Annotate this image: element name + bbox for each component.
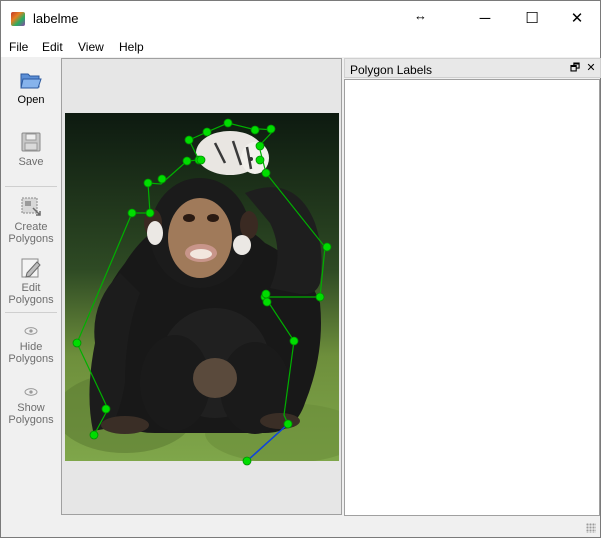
polygon-vertex[interactable] [255, 141, 265, 151]
close-button[interactable]: ✕ [565, 7, 589, 31]
edit-pencil-icon [21, 258, 41, 278]
toolbar-separator [5, 186, 57, 187]
show-polygons-button[interactable]: Show Polygons [1, 384, 61, 426]
eye-icon [24, 388, 38, 396]
floppy-disk-icon [21, 132, 41, 152]
polygon-vertex[interactable] [223, 118, 233, 128]
polygon-vertex[interactable] [261, 289, 271, 299]
polygon-vertex[interactable] [250, 125, 260, 135]
polygon-vertex[interactable] [315, 292, 325, 302]
polygon-vertex[interactable] [182, 156, 192, 166]
hide-polygons-button[interactable]: Hide Polygons [1, 323, 61, 365]
polygon-vertex[interactable] [322, 242, 332, 252]
polygon-labels-dock: Polygon Labels 🗗 ✕ [344, 58, 601, 516]
image-canvas[interactable] [61, 58, 342, 515]
dock-float-icon[interactable]: 🗗 [568, 61, 582, 75]
polygon-vertex[interactable] [184, 135, 194, 145]
polygon-vertex[interactable] [143, 178, 153, 188]
polygon-vertex[interactable] [157, 174, 167, 184]
create-polygons-button[interactable]: Create Polygons [1, 195, 61, 245]
eye-icon [24, 327, 38, 335]
show-polygons-label: Show Polygons [8, 402, 54, 426]
maximize-button[interactable]: ☐ [520, 7, 544, 31]
polygon-vertex[interactable] [261, 168, 271, 178]
labelme-app-icon [11, 12, 25, 26]
create-polygons-label: Create Polygons [8, 221, 54, 245]
minimize-button[interactable]: ─ [473, 7, 497, 31]
menu-help[interactable]: Help [119, 40, 144, 54]
polygon-vertices[interactable] [72, 118, 332, 466]
dock-title: Polygon Labels [350, 63, 433, 77]
folder-open-icon [20, 73, 42, 89]
dock-close-icon[interactable]: ✕ [584, 61, 598, 75]
create-polygon-icon [21, 197, 41, 216]
polygon-outline [76, 122, 326, 462]
resize-cursor-icon: ↔ [414, 8, 427, 23]
dock-title-bar[interactable]: Polygon Labels 🗗 ✕ [344, 58, 601, 78]
tools-toolbar: Open Save Create Polygons Edit Polygons … [1, 58, 61, 515]
polygon-vertex[interactable] [262, 297, 272, 307]
labelme-window: labelme ↔ ─ ☐ ✕ File Edit View Help Open… [0, 0, 601, 538]
edit-polygons-label: Edit Polygons [8, 282, 54, 306]
polygon-vertex[interactable] [196, 155, 206, 165]
menu-edit[interactable]: Edit [42, 40, 63, 54]
active-polygon-edge [246, 423, 289, 462]
menu-view[interactable]: View [78, 40, 104, 54]
title-bar[interactable]: labelme ↔ ─ ☐ ✕ [1, 1, 600, 37]
polygon-vertex[interactable] [283, 419, 293, 429]
polygon-vertex[interactable] [289, 336, 299, 346]
polygon-vertex[interactable] [89, 430, 99, 440]
save-label: Save [18, 156, 44, 168]
hide-polygons-label: Hide Polygons [8, 341, 54, 365]
polygon-vertex[interactable] [242, 456, 252, 466]
polygon-label-list[interactable] [344, 79, 600, 516]
open-label: Open [17, 94, 45, 106]
status-bar [1, 517, 600, 537]
polygon-vertex[interactable] [72, 338, 82, 348]
edit-polygons-button[interactable]: Edit Polygons [1, 256, 61, 306]
open-button[interactable]: Open [1, 68, 61, 106]
polygon-vertex[interactable] [202, 127, 212, 137]
polygon-vertex[interactable] [255, 155, 265, 165]
polygon-vertex[interactable] [127, 208, 137, 218]
menu-bar: File Edit View Help [1, 37, 600, 57]
toolbar-separator [5, 312, 57, 313]
polygon-vertex[interactable] [145, 208, 155, 218]
polygon-overlay[interactable] [62, 59, 343, 516]
window-title: labelme [33, 11, 79, 26]
menu-file[interactable]: File [9, 40, 28, 54]
polygon-vertex[interactable] [266, 124, 276, 134]
save-button[interactable]: Save [1, 130, 61, 168]
resize-grip-icon[interactable] [586, 523, 596, 533]
polygon-vertex[interactable] [101, 404, 111, 414]
